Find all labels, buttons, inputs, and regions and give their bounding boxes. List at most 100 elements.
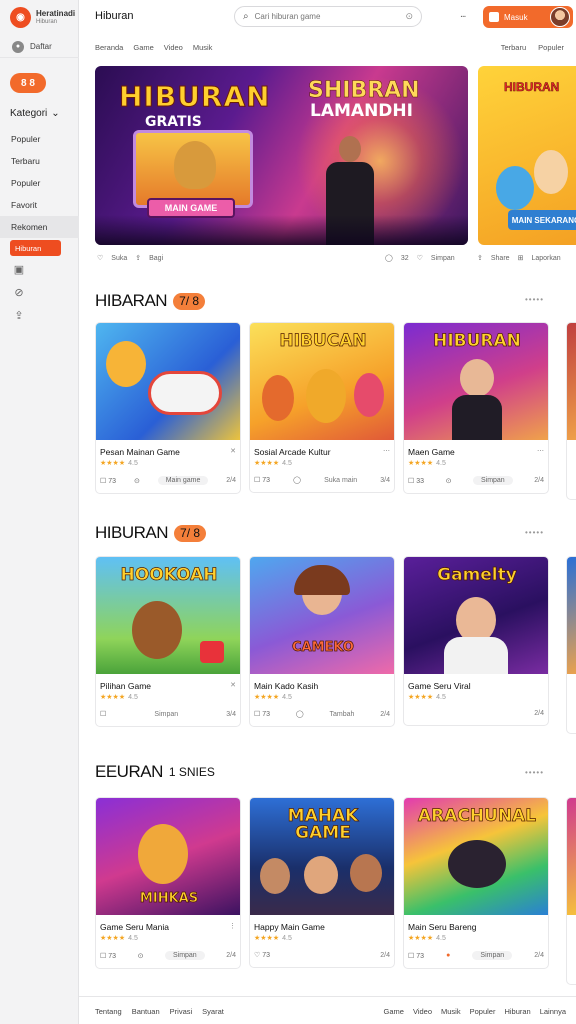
more-options-icon[interactable]: ∙∙∙ xyxy=(460,11,466,22)
more-icon[interactable]: ⋮ xyxy=(229,922,236,932)
game-card[interactable]: MIHKAS Game Seru Mania ⋮ ★★★★ 4.5 ☐ 73 ⊙ S… xyxy=(95,797,241,969)
game-card[interactable]: Gamelty Game Seru Viral ★★★★ 4.5 2/4 xyxy=(403,556,549,726)
comment-icon[interactable]: ◯ xyxy=(385,254,393,262)
subnav-link[interactable]: Musik xyxy=(193,43,213,52)
like-label[interactable]: Suka xyxy=(111,255,127,262)
checkbox-icon[interactable]: ☐ 73 xyxy=(100,477,116,485)
report-label[interactable]: Laporkan xyxy=(531,255,560,262)
card-action-label[interactable]: Simpan xyxy=(154,711,178,718)
game-card[interactable]: MAHAK GAME Happy Main Game ★★★★ 4.5 ♡ 73 … xyxy=(249,797,395,968)
subnav-link[interactable]: Populer xyxy=(538,43,564,52)
section-header: HIBARAN 7/ 8 xyxy=(95,291,206,311)
footer-link[interactable]: Populer xyxy=(470,1007,496,1016)
more-icon[interactable]: ⋯ xyxy=(383,447,390,457)
checkbox-icon[interactable]: ☐ 73 xyxy=(408,952,424,960)
play-icon[interactable]: ⊙ xyxy=(446,477,452,485)
close-icon[interactable]: ✕ xyxy=(230,681,236,691)
share-label[interactable]: Bagi xyxy=(149,255,163,262)
checkbox-icon[interactable]: ☐ 73 xyxy=(254,476,270,484)
card-number: 2/4 xyxy=(534,952,544,959)
checkbox-icon[interactable]: ☐ 33 xyxy=(408,477,424,485)
rating-count: 4.5 xyxy=(128,460,138,467)
hero-secondary-cta-button[interactable]: MAIN SEKARANG xyxy=(508,210,576,230)
card-action-pill[interactable]: Main game xyxy=(157,476,209,485)
card-action-pill[interactable]: Simpan xyxy=(472,476,513,485)
video-icon[interactable]: ▣ xyxy=(12,262,26,276)
heart-icon[interactable]: ♡ 73 xyxy=(254,951,270,959)
game-card[interactable]: HIBURAN Maen Game ⋯ ★★★★ 4.5 ☐ 33 ⊙ Simpan… xyxy=(403,322,549,494)
section-more-button[interactable]: ••••• xyxy=(525,768,544,777)
game-card[interactable]: CAMEKO Main Kado Kasih ★★★★ 4.5 ☐ 73 ◯ Ta… xyxy=(249,556,395,727)
subnav-link[interactable]: Video xyxy=(164,43,183,52)
game-card[interactable]: HOOKOAH Pilihan Game ✕ ★★★★ 4.5 ☐ Simpan 3… xyxy=(95,556,241,727)
card-count: 73 xyxy=(262,711,271,718)
more-icon[interactable]: ⋯ xyxy=(537,447,544,457)
section-more-button[interactable]: ••••• xyxy=(525,295,544,304)
game-card-partial[interactable] xyxy=(566,322,576,500)
game-card[interactable]: ARACHUNAL Main Seru Bareng ★★★★ 4.5 ☐ 73 … xyxy=(403,797,549,969)
sidebar-top-item[interactable]: ● Daftar xyxy=(0,36,79,58)
share-icon[interactable]: ⇪ xyxy=(477,254,483,262)
play-icon[interactable]: ⊙ xyxy=(138,952,144,960)
sidebar-item[interactable]: Populer xyxy=(0,172,79,194)
search-bar[interactable]: ⌕ ⊙ xyxy=(234,6,422,27)
footer-link[interactable]: Privasi xyxy=(170,1007,193,1016)
checkbox-icon[interactable]: ☐ xyxy=(100,710,106,718)
brand[interactable]: ◉ Heratinadi Hiburan xyxy=(10,7,75,28)
game-card-partial[interactable] xyxy=(566,797,576,985)
card-number: 3/4 xyxy=(226,710,236,718)
subnav-link[interactable]: Beranda xyxy=(95,43,123,52)
footer-link[interactable]: Tentang xyxy=(95,1007,122,1016)
footer-link[interactable]: Game xyxy=(384,1007,404,1016)
footer-link[interactable]: Video xyxy=(413,1007,432,1016)
sidebar-item[interactable]: Terbaru xyxy=(0,150,79,172)
checkbox-icon[interactable]: ☐ 73 xyxy=(254,710,270,718)
close-icon[interactable]: ✕ xyxy=(230,447,236,457)
link-icon[interactable]: ⊘ xyxy=(12,285,26,299)
sidebar-item-highlighted[interactable]: Rekomen xyxy=(0,216,79,238)
sidebar-list: Populer Terbaru Populer Favorit Rekomen … xyxy=(0,128,79,256)
card-action-label[interactable]: Suka main xyxy=(324,477,357,484)
footer-link[interactable]: Hiburan xyxy=(504,1007,530,1016)
share-label[interactable]: Share xyxy=(491,255,510,262)
section-more-button[interactable]: ••••• xyxy=(525,528,544,537)
brand-subtitle: Hiburan xyxy=(36,18,58,25)
game-card[interactable]: Pesan Mainan Game ✕ ★★★★ 4.5 ☐ 73 ⊙ Main g… xyxy=(95,322,241,494)
footer-link[interactable]: Musik xyxy=(441,1007,461,1016)
rating-stars: ★★★★ xyxy=(100,935,126,942)
avatar[interactable] xyxy=(550,7,570,27)
card-number: 2/4 xyxy=(534,477,544,484)
footer-link[interactable]: Syarat xyxy=(202,1007,224,1016)
game-card[interactable]: HIBUCAN Sosial Arcade Kultur ⋯ ★★★★ 4.5 ☐ … xyxy=(249,322,395,493)
subnav-link[interactable]: Game xyxy=(133,43,153,52)
comment-icon[interactable]: ◯ xyxy=(293,476,301,484)
play-icon[interactable]: ⊙ xyxy=(134,477,140,485)
heart-icon[interactable]: ♡ xyxy=(417,254,423,262)
heart-icon[interactable]: ♡ xyxy=(97,254,103,262)
search-input[interactable] xyxy=(254,12,400,21)
checkbox-icon[interactable]: ☐ 73 xyxy=(100,952,116,960)
live-badge[interactable]: 8 8 xyxy=(10,73,46,93)
sidebar-section-toggle[interactable]: Kategori ⌄ xyxy=(10,108,60,119)
footer-link[interactable]: Bantuan xyxy=(132,1007,160,1016)
comment-icon[interactable]: ◯ xyxy=(296,710,304,718)
share-icon[interactable]: ⇪ xyxy=(135,254,141,262)
fire-icon: ● xyxy=(446,952,451,959)
card-action-label[interactable]: Tambah xyxy=(330,711,355,718)
login-button[interactable]: Masuk xyxy=(483,6,573,28)
footer-link[interactable]: Lainnya xyxy=(540,1007,566,1016)
sidebar-item[interactable]: Populer xyxy=(0,128,79,150)
hero-banner[interactable]: HIBURAN GRATIS SHIBRAN LAMANDHI MAIN GAM… xyxy=(95,66,468,245)
save-label[interactable]: Simpan xyxy=(431,255,455,262)
subnav-link[interactable]: Terbaru xyxy=(501,43,526,52)
hero-banner-secondary[interactable]: HIBURAN MAIN SEKARANG xyxy=(478,66,576,245)
card-action-pill[interactable]: Simpan xyxy=(164,951,205,960)
game-card-partial[interactable] xyxy=(566,556,576,734)
thumbnail-title: HOOKOAH xyxy=(120,565,218,585)
sidebar-item[interactable]: Favorit xyxy=(0,194,79,216)
report-icon[interactable]: ⊞ xyxy=(518,254,524,262)
sidebar-item-active[interactable]: Hiburan xyxy=(10,240,61,256)
camera-icon[interactable]: ⊙ xyxy=(405,11,413,22)
share-icon[interactable]: ⇪ xyxy=(12,308,26,322)
card-action-pill[interactable]: Simpan xyxy=(472,951,513,960)
